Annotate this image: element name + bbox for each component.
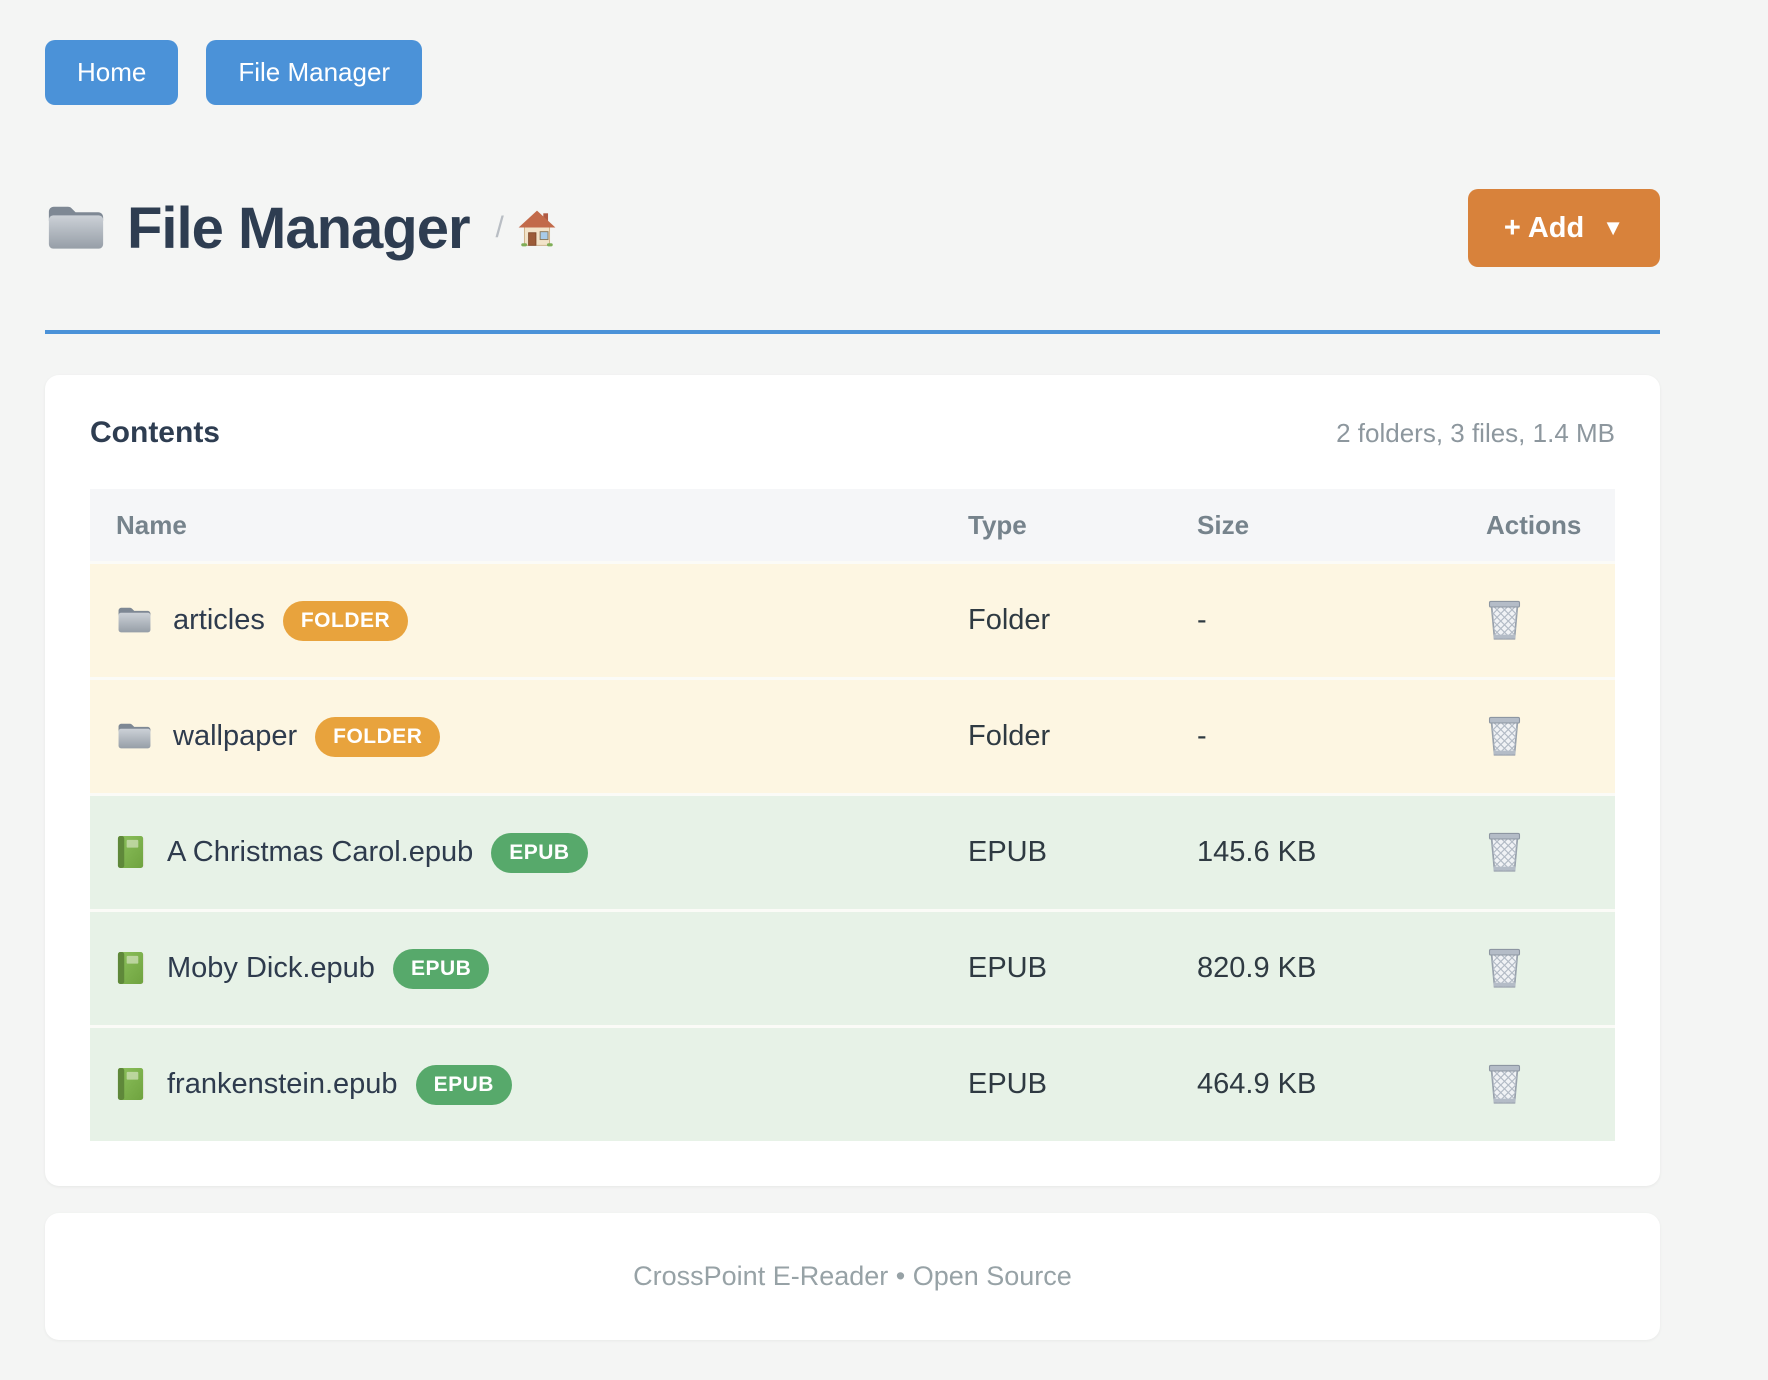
contents-card-header: Contents 2 folders, 3 files, 1.4 MB: [90, 413, 1615, 453]
trash-icon[interactable]: [1486, 946, 1523, 991]
type-badge: FOLDER: [283, 601, 408, 641]
trash-icon[interactable]: [1486, 714, 1523, 759]
breadcrumb-separator: /: [496, 211, 504, 245]
type-badge: EPUB: [491, 833, 587, 873]
add-button-label: + Add: [1504, 212, 1584, 245]
type-cell: Folder: [968, 604, 1197, 637]
chevron-down-icon: ▼: [1602, 215, 1624, 241]
nav-file-manager-button[interactable]: File Manager: [206, 40, 422, 105]
file-table: Name Type Size Actions articles FOLDER F…: [90, 489, 1615, 1141]
type-cell: EPUB: [968, 836, 1197, 869]
breadcrumb: /: [496, 207, 558, 249]
size-cell: -: [1197, 604, 1486, 637]
trash-icon[interactable]: [1486, 1062, 1523, 1107]
column-header-size: Size: [1197, 510, 1486, 541]
file-name: wallpaper: [173, 720, 297, 753]
contents-title: Contents: [90, 416, 220, 450]
folder-icon: [116, 605, 153, 636]
house-icon[interactable]: [516, 207, 558, 249]
table-row[interactable]: A Christmas Carol.epub EPUB EPUB 145.6 K…: [90, 793, 1615, 909]
trash-icon[interactable]: [1486, 830, 1523, 875]
page: Home File Manager File Manager / + Add ▼…: [0, 0, 1768, 1340]
table-header-row: Name Type Size Actions: [90, 489, 1615, 561]
name-cell: Moby Dick.epub EPUB: [90, 949, 968, 989]
size-cell: 464.9 KB: [1197, 1068, 1486, 1101]
type-badge: EPUB: [416, 1065, 512, 1105]
name-cell: articles FOLDER: [90, 601, 968, 641]
type-cell: Folder: [968, 720, 1197, 753]
column-header-name: Name: [90, 510, 968, 541]
size-cell: 820.9 KB: [1197, 952, 1486, 985]
header-divider: [45, 330, 1660, 334]
actions-cell: [1486, 946, 1615, 991]
title-wrap: File Manager /: [45, 195, 558, 262]
table-row[interactable]: Moby Dick.epub EPUB EPUB 820.9 KB: [90, 909, 1615, 1025]
trash-icon[interactable]: [1486, 598, 1523, 643]
name-cell: frankenstein.epub EPUB: [90, 1065, 968, 1105]
actions-cell: [1486, 1062, 1615, 1107]
type-cell: EPUB: [968, 1068, 1197, 1101]
file-name: frankenstein.epub: [167, 1068, 398, 1101]
contents-summary: 2 folders, 3 files, 1.4 MB: [1336, 418, 1615, 449]
table-row[interactable]: wallpaper FOLDER Folder -: [90, 677, 1615, 793]
type-badge: FOLDER: [315, 717, 440, 757]
footer: CrossPoint E-Reader • Open Source: [45, 1213, 1660, 1340]
size-cell: -: [1197, 720, 1486, 753]
book-icon: [116, 1067, 147, 1102]
column-header-type: Type: [968, 510, 1197, 541]
page-title: File Manager: [127, 195, 470, 262]
actions-cell: [1486, 830, 1615, 875]
table-row[interactable]: frankenstein.epub EPUB EPUB 464.9 KB: [90, 1025, 1615, 1141]
folder-icon: [45, 202, 107, 255]
size-cell: 145.6 KB: [1197, 836, 1486, 869]
book-icon: [116, 951, 147, 986]
contents-card: Contents 2 folders, 3 files, 1.4 MB Name…: [45, 375, 1660, 1186]
top-nav: Home File Manager: [45, 40, 1660, 105]
file-name: articles: [173, 604, 265, 637]
page-header: File Manager / + Add ▼: [45, 189, 1660, 267]
nav-home-button[interactable]: Home: [45, 40, 178, 105]
table-body: articles FOLDER Folder - wallpaper FOLDE…: [90, 561, 1615, 1141]
actions-cell: [1486, 714, 1615, 759]
name-cell: wallpaper FOLDER: [90, 717, 968, 757]
file-name: A Christmas Carol.epub: [167, 836, 473, 869]
actions-cell: [1486, 598, 1615, 643]
type-badge: EPUB: [393, 949, 489, 989]
table-row[interactable]: articles FOLDER Folder -: [90, 561, 1615, 677]
footer-text: CrossPoint E-Reader • Open Source: [633, 1261, 1072, 1292]
book-icon: [116, 835, 147, 870]
name-cell: A Christmas Carol.epub EPUB: [90, 833, 968, 873]
column-header-actions: Actions: [1486, 510, 1615, 541]
type-cell: EPUB: [968, 952, 1197, 985]
folder-icon: [116, 721, 153, 752]
file-name: Moby Dick.epub: [167, 952, 375, 985]
add-button[interactable]: + Add ▼: [1468, 189, 1660, 267]
